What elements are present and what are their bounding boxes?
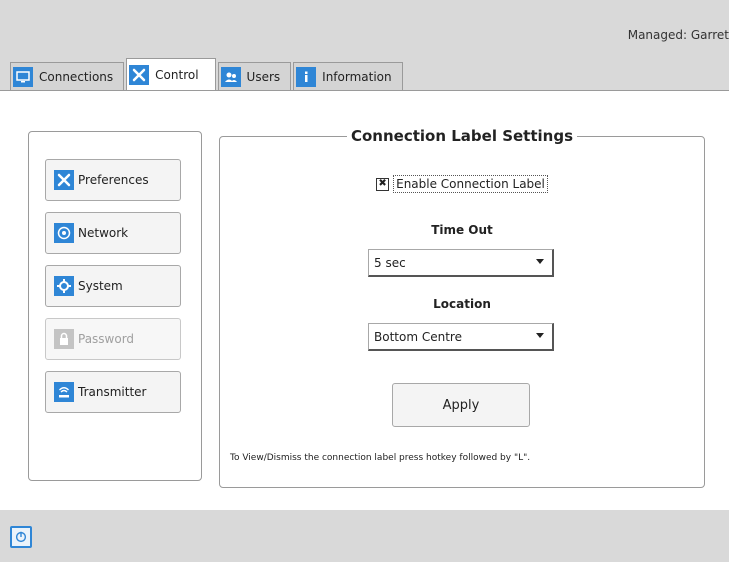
chevron-down-icon bbox=[536, 259, 544, 264]
main-content: Preferences Network System Password Tran… bbox=[0, 90, 729, 511]
panel-title-wrap: Connection Label Settings bbox=[220, 126, 704, 145]
tab-label: Information bbox=[322, 69, 392, 84]
location-select[interactable]: Bottom Centre bbox=[368, 323, 554, 351]
apply-button[interactable]: Apply bbox=[392, 383, 530, 427]
location-value: Bottom Centre bbox=[374, 329, 462, 344]
tab-users[interactable]: Users bbox=[217, 62, 292, 90]
sidebar-item-label: System bbox=[78, 279, 123, 293]
connection-label-settings-panel: Connection Label Settings ✖ Enable Conne… bbox=[219, 127, 705, 488]
hotkey-hint: To View/Dismiss the connection label pre… bbox=[230, 453, 531, 463]
gear-icon bbox=[54, 276, 74, 296]
tools-icon bbox=[129, 64, 150, 85]
enable-connection-label-row: ✖ Enable Connection Label bbox=[220, 175, 704, 193]
tab-label: Users bbox=[246, 69, 281, 84]
sidebar-item-password: Password bbox=[45, 318, 181, 360]
tab-label: Connections bbox=[39, 69, 114, 84]
bottom-bar bbox=[0, 510, 729, 562]
tab-information[interactable]: Information bbox=[293, 62, 403, 90]
sidebar-item-network[interactable]: Network bbox=[45, 212, 181, 254]
tab-control[interactable]: Control bbox=[126, 58, 216, 90]
enable-connection-label-checkbox[interactable]: ✖ bbox=[376, 177, 390, 191]
chevron-down-icon bbox=[536, 333, 544, 338]
users-icon bbox=[220, 66, 241, 87]
power-icon bbox=[15, 531, 27, 543]
tab-connections[interactable]: Connections bbox=[10, 62, 125, 90]
location-label: Location bbox=[433, 297, 491, 311]
sidebar-item-label: Preferences bbox=[78, 173, 149, 187]
enable-connection-label-text[interactable]: Enable Connection Label bbox=[393, 175, 548, 193]
timeout-label: Time Out bbox=[431, 223, 493, 237]
sidebar-item-system[interactable]: System bbox=[45, 265, 181, 307]
sidebar-item-label: Transmitter bbox=[78, 385, 147, 399]
lock-icon bbox=[54, 329, 74, 349]
panel-title: Connection Label Settings bbox=[346, 127, 577, 145]
tools-icon bbox=[54, 170, 74, 190]
info-icon bbox=[296, 66, 317, 87]
sidebar-item-preferences[interactable]: Preferences bbox=[45, 159, 181, 201]
monitor-icon bbox=[13, 66, 33, 87]
tab-bar: Connections Control Users Information bbox=[10, 58, 405, 90]
power-menu-button[interactable] bbox=[10, 526, 32, 548]
timeout-select[interactable]: 5 sec bbox=[368, 249, 554, 277]
network-icon bbox=[54, 223, 74, 243]
top-bar: Managed: Garret Connections Control User… bbox=[0, 0, 729, 90]
sidebar-item-label: Network bbox=[78, 226, 129, 240]
sidebar-item-transmitter[interactable]: Transmitter bbox=[45, 371, 181, 413]
timeout-value: 5 sec bbox=[374, 255, 406, 270]
tab-label: Control bbox=[155, 67, 199, 82]
sidebar: Preferences Network System Password Tran… bbox=[28, 131, 202, 481]
managed-status: Managed: Garret bbox=[627, 28, 729, 42]
transmitter-icon bbox=[54, 382, 74, 402]
sidebar-item-label: Password bbox=[78, 332, 135, 346]
